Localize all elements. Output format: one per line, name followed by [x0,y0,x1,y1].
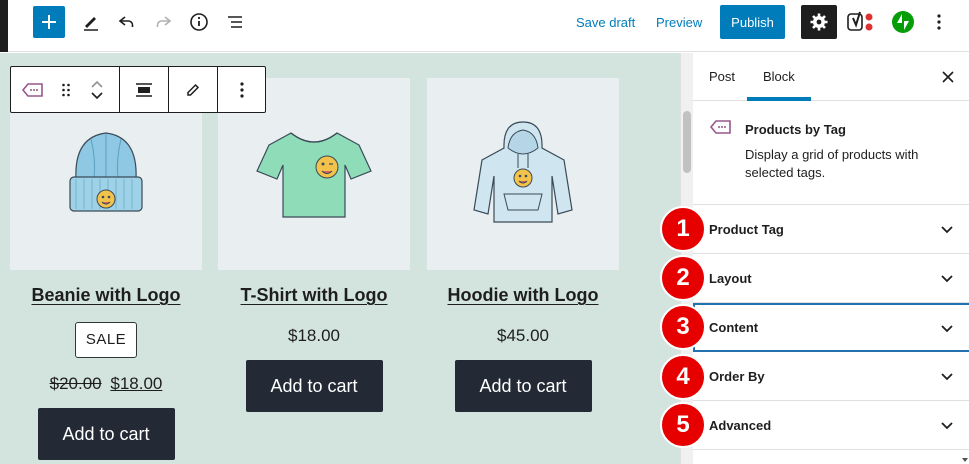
block-card: Products by Tag Display a grid of produc… [693,101,969,205]
align-icon [136,82,152,97]
preview-button[interactable]: Preview [648,6,710,38]
chevron-down-icon [941,324,953,332]
panel-product-tag[interactable]: Product Tag [693,205,969,254]
beanie-image [69,132,143,212]
list-view-button[interactable] [219,6,251,38]
edit-button[interactable] [169,67,217,112]
editor-top-bar: Save draft Preview Publish [0,0,969,52]
sidebar-tabs: Post Block [693,53,969,101]
hoodie-image [473,121,573,223]
panel-content[interactable]: Content [693,303,969,352]
product-card: Hoodie with Logo $45.00 Add to cart [427,78,619,412]
chevron-down-icon [941,275,953,283]
product-card: Beanie with Logo SALE $20.00 $18.00 Add … [10,78,202,460]
edit-pencil-icon [187,83,200,96]
wp-admin-edge [0,0,8,52]
drag-handle-icon [62,83,70,96]
tab-block[interactable]: Block [747,53,811,101]
panel-order-by[interactable]: Order By [693,352,969,401]
move-up-icon[interactable] [90,78,104,90]
regular-price: $20.00 [49,374,102,393]
options-button[interactable] [925,6,953,38]
gear-icon [810,13,828,31]
product-price: $45.00 [427,326,619,346]
block-toolbar-group-4 [218,67,265,112]
yoast-seo-button[interactable] [845,6,877,38]
publish-button[interactable]: Publish [720,5,785,39]
panel-label: Advanced [709,417,772,433]
block-type-button[interactable] [11,67,55,112]
undo-icon [118,16,134,27]
panel-label: Layout [709,270,752,286]
product-price: $20.00 $18.00 [10,374,202,394]
block-editor: Save draft Preview Publish Beanie with L… [0,0,969,464]
save-draft-button[interactable]: Save draft [568,6,643,38]
plus-icon [42,15,56,29]
settings-sidebar: Post Block Products by Tag Display a gri… [693,53,969,464]
jetpack-button[interactable] [887,6,919,38]
redo-icon [156,16,172,27]
close-sidebar-button[interactable] [932,61,964,93]
more-vertical-icon [239,81,244,98]
add-to-cart-button[interactable]: Add to cart [245,360,383,412]
annotation-badge: 4 [660,354,706,400]
price: $18.00 [288,326,340,345]
tag-block-icon [709,120,731,134]
more-vertical-icon [937,14,941,30]
list-view-icon [228,16,242,28]
panel-layout[interactable]: Layout [693,254,969,303]
sale-badge: SALE [75,322,137,358]
info-icon [190,13,208,31]
product-title[interactable]: T-Shirt with Logo [218,285,410,306]
block-toolbar-group-3 [169,67,218,112]
tab-post[interactable]: Post [693,53,751,101]
sidebar-scroll-arrow[interactable] [961,99,969,464]
pencil-icon [84,17,98,31]
move-down-icon[interactable] [90,90,104,102]
block-toolbar [10,66,266,113]
settings-button[interactable] [801,5,837,39]
details-button[interactable] [183,6,215,38]
product-title[interactable]: Hoodie with Logo [427,285,619,306]
add-to-cart-button[interactable]: Add to cart [37,408,175,460]
annotation-badge: 3 [660,304,706,350]
block-toolbar-group-1 [11,67,120,112]
panel-label: Content [709,320,759,335]
block-toolbar-group-2 [120,67,169,112]
canvas-scrollbar-thumb[interactable] [683,111,691,173]
add-to-cart-button[interactable]: Add to cart [454,360,592,412]
close-icon [942,71,954,83]
annotation-badge: 2 [660,255,706,301]
chevron-down-icon [941,373,953,381]
redo-button[interactable] [147,6,179,38]
jetpack-icon [892,11,914,33]
chevron-down-icon [941,422,953,430]
undo-button[interactable] [111,6,143,38]
annotation-badge: 5 [660,402,706,448]
editor-canvas: Beanie with Logo SALE $20.00 $18.00 Add … [0,53,680,464]
product-title[interactable]: Beanie with Logo [10,285,202,306]
block-description: Display a grid of products with selected… [745,147,919,180]
tag-block-icon [21,82,43,97]
yoast-icon [847,11,873,31]
block-title: Products by Tag [745,122,846,137]
product-card: T-Shirt with Logo $18.00 Add to cart [218,78,410,412]
annotation-badge: 1 [660,206,706,252]
panel-label: Product Tag [709,221,784,237]
align-button[interactable] [120,67,168,112]
add-block-button[interactable] [33,6,65,38]
price: $45.00 [497,326,549,345]
tshirt-image [256,132,372,218]
block-options-button[interactable] [218,67,265,112]
mover-buttons [77,67,117,112]
product-price: $18.00 [218,326,410,346]
chevron-down-icon [941,226,953,234]
sale-price: $18.00 [110,374,163,393]
panel-advanced[interactable]: Advanced [693,401,969,450]
tools-button[interactable] [75,6,107,38]
drag-handle[interactable] [55,67,77,112]
panel-label: Order By [709,368,765,384]
product-image-hoodie[interactable] [427,78,619,270]
